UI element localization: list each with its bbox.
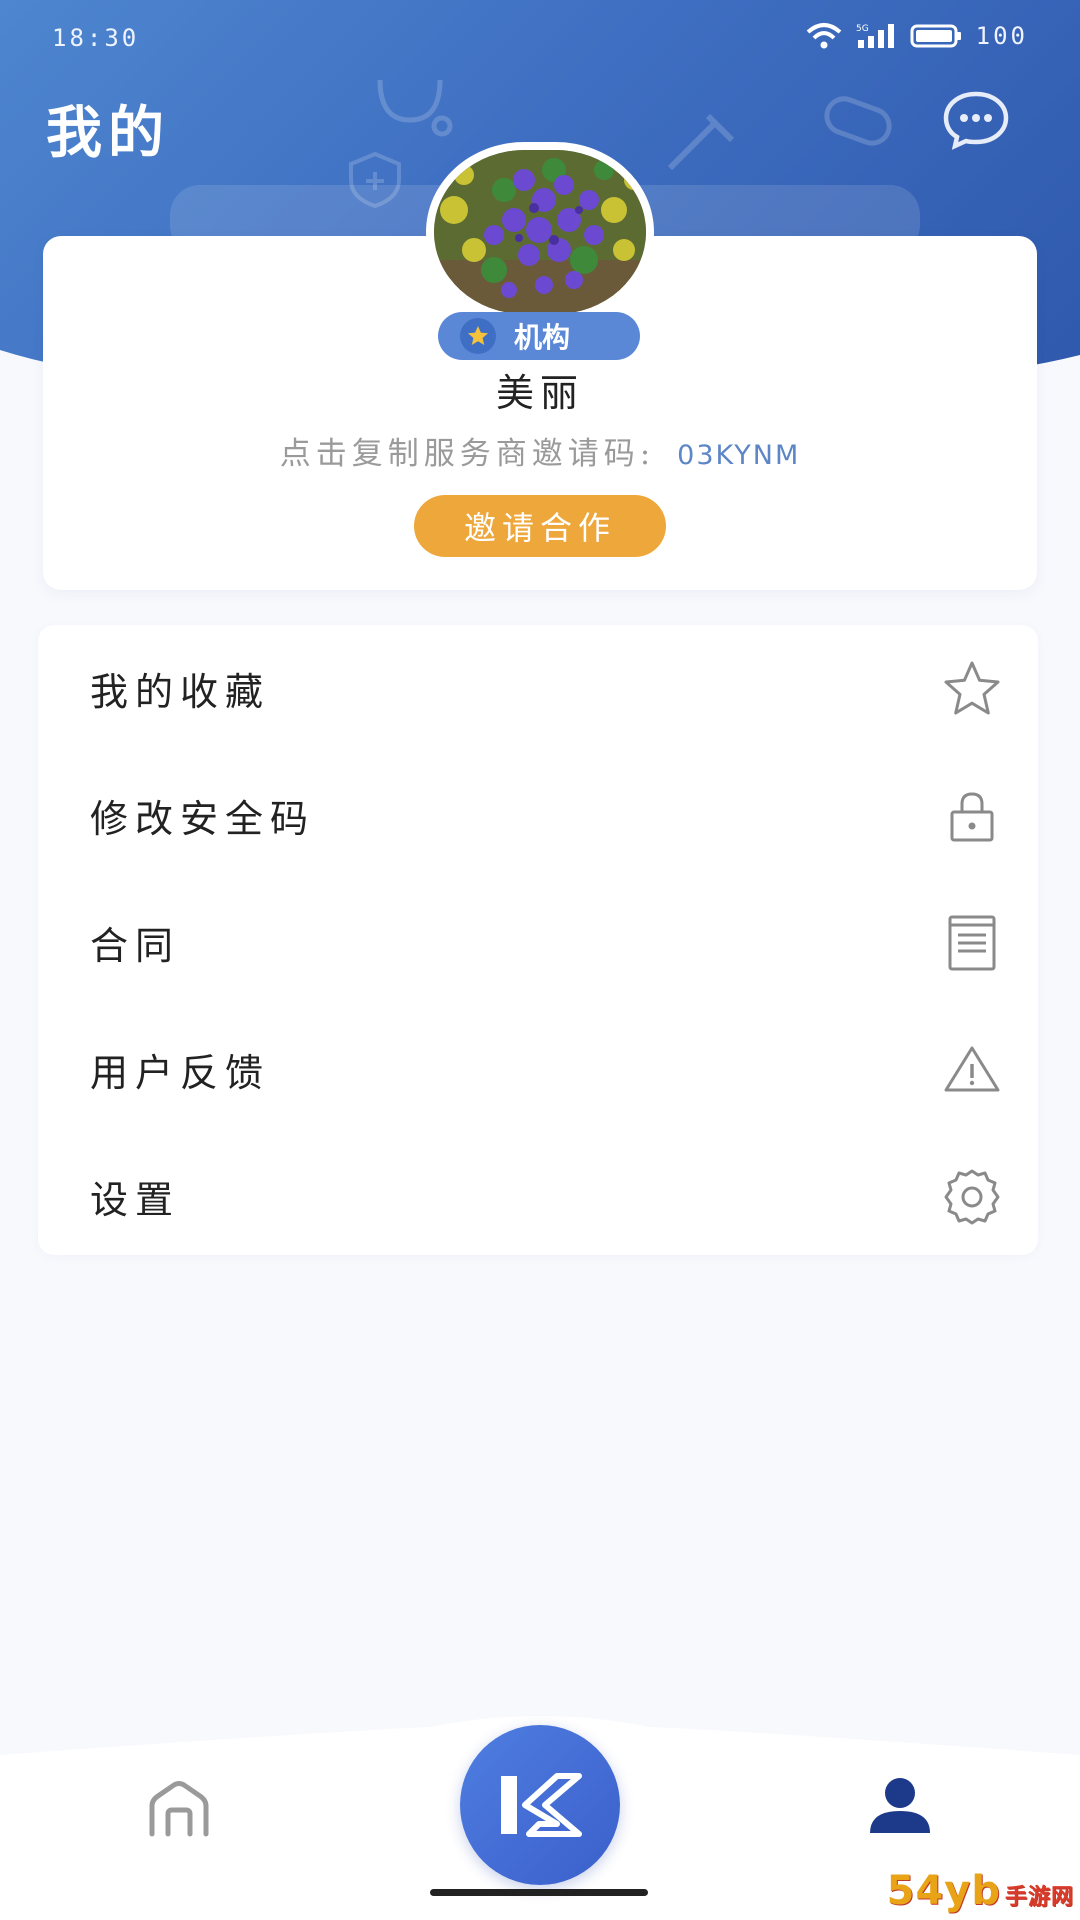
avatar-flower-photo bbox=[434, 150, 646, 314]
home-icon[interactable] bbox=[146, 1780, 212, 1838]
watermark-logo: 54yb 手游网 bbox=[887, 1868, 1074, 1914]
lock-icon bbox=[950, 791, 994, 841]
dropper-decoration-icon bbox=[667, 113, 735, 171]
avatar[interactable] bbox=[426, 142, 654, 322]
profile-icon[interactable] bbox=[866, 1775, 934, 1835]
watermark-brand: 54yb bbox=[886, 1868, 1001, 1914]
battery-icon bbox=[910, 24, 961, 48]
invite-cooperation-button[interactable]: 邀请合作 bbox=[414, 495, 666, 557]
menu-item-feedback[interactable]: 用户反馈 bbox=[38, 1006, 1038, 1133]
status-bar: 18:30 5G 100 bbox=[0, 20, 1080, 56]
wifi-icon bbox=[806, 23, 841, 49]
role-badge: 机构 bbox=[438, 312, 640, 360]
battery-percentage: 100 bbox=[975, 22, 1028, 50]
star-badge-icon bbox=[460, 318, 496, 354]
my-profile-screen: 18:30 5G 100 我的 机构 美丽 点击复制服务商邀请码: 03KYNM… bbox=[0, 0, 1080, 1920]
warning-icon bbox=[944, 1046, 1000, 1091]
user-name: 美丽 bbox=[495, 371, 584, 415]
menu-item-settings[interactable]: 设置 bbox=[38, 1133, 1038, 1260]
menu-item-label: 合同 bbox=[90, 924, 181, 968]
status-time: 18:30 bbox=[52, 24, 140, 52]
pill-decoration-icon bbox=[824, 96, 892, 146]
menu-item-label: 用户反馈 bbox=[90, 1051, 271, 1095]
watermark-sub: 手游网 bbox=[1004, 1885, 1074, 1910]
invite-code-row[interactable]: 点击复制服务商邀请码: 03KYNM bbox=[0, 428, 1080, 473]
role-badge-label: 机构 bbox=[514, 321, 571, 354]
chat-bubble-icon[interactable] bbox=[942, 90, 1010, 150]
menu-list: 我的收藏 修改安全码 合同 用户反馈 设置 bbox=[38, 625, 1038, 1255]
logo-k-mark bbox=[501, 1773, 582, 1837]
page-title: 我的 bbox=[46, 100, 170, 166]
menu-item-favorites[interactable]: 我的收藏 bbox=[38, 625, 1038, 752]
menu-item-contract[interactable]: 合同 bbox=[38, 879, 1038, 1006]
menu-item-label: 设置 bbox=[90, 1178, 181, 1222]
gear-icon bbox=[944, 1169, 1000, 1224]
stethoscope-decoration-icon bbox=[377, 79, 453, 137]
menu-item-label: 修改安全码 bbox=[90, 797, 316, 841]
cellular-signal-icon: 5G bbox=[856, 24, 894, 48]
network-type-label: 5G bbox=[856, 24, 869, 34]
invite-prompt: 点击复制服务商邀请码: bbox=[279, 436, 656, 472]
menu-item-label: 我的收藏 bbox=[90, 670, 271, 714]
status-indicators: 5G 100 bbox=[806, 22, 1028, 50]
document-icon bbox=[948, 915, 996, 970]
home-indicator-bar[interactable] bbox=[430, 1889, 648, 1896]
menu-item-change-security-code[interactable]: 修改安全码 bbox=[38, 752, 1038, 879]
invite-code[interactable]: 03KYNM bbox=[677, 440, 800, 471]
logo-k-icon[interactable] bbox=[460, 1725, 620, 1885]
star-icon bbox=[944, 661, 1000, 714]
